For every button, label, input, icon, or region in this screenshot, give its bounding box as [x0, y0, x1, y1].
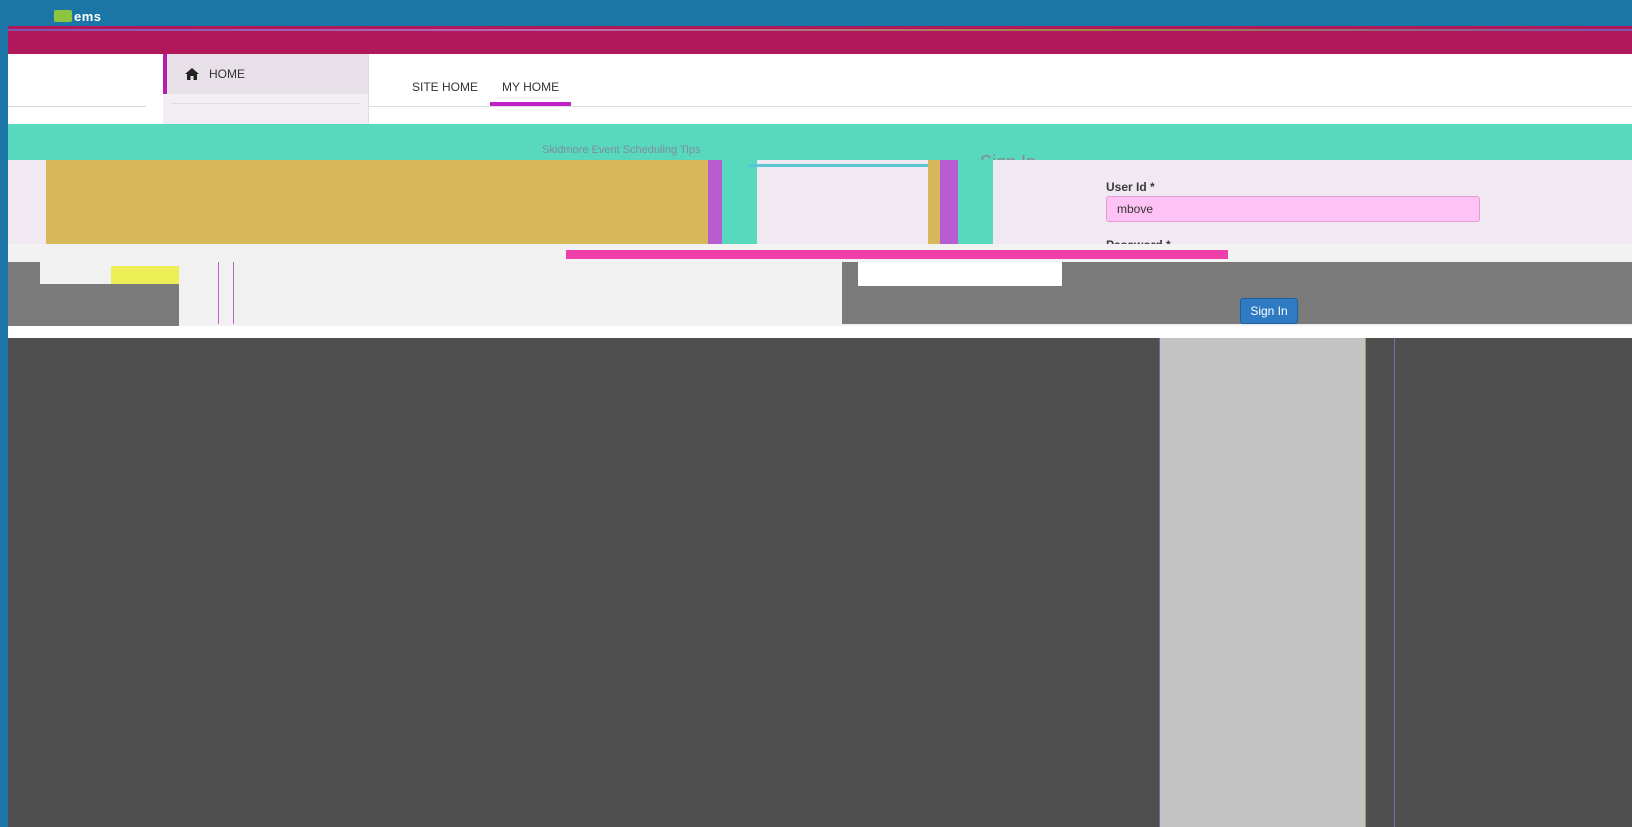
logo-text: ems — [74, 8, 102, 24]
navigation-area: HOME SITE HOME MY HOME — [8, 54, 1632, 124]
tab-my-home[interactable]: MY HOME — [490, 70, 572, 106]
side-nav: HOME — [163, 54, 369, 124]
accent-bar — [928, 160, 940, 244]
tab-site-home[interactable]: SITE HOME — [400, 70, 490, 104]
ems-logo[interactable]: ems — [54, 8, 102, 24]
sign-in-button[interactable]: Sign In — [1240, 298, 1298, 324]
accent-bar — [708, 160, 722, 244]
divider-line — [1394, 338, 1395, 827]
highlight-block — [111, 266, 179, 284]
accent-line — [748, 164, 938, 167]
form-row: Sign In — [8, 262, 1632, 326]
brand-stripe — [8, 29, 1632, 31]
app-window: ems HOME SITE HOME MY HOME Skidmore Even… — [8, 4, 1632, 827]
password-field-box[interactable] — [858, 262, 1062, 286]
brand-bar — [8, 26, 1632, 54]
tab-bar: SITE HOME MY HOME — [400, 70, 572, 106]
gray-block — [8, 262, 40, 284]
userid-field[interactable] — [1106, 196, 1480, 222]
header-band — [8, 124, 1632, 160]
left-divider — [8, 106, 146, 107]
gray-column — [1159, 338, 1366, 827]
tabs-divider — [369, 106, 1632, 107]
accent-bar — [958, 160, 993, 244]
home-icon — [185, 68, 199, 80]
stripe-row — [8, 244, 1632, 262]
accent-bar — [722, 160, 757, 244]
pink-bar — [566, 250, 1228, 259]
top-bar: ems — [8, 4, 1632, 26]
gray-block — [8, 284, 179, 326]
vertical-lines — [218, 262, 234, 324]
logo-mark-icon — [54, 10, 72, 22]
side-nav-home[interactable]: HOME — [163, 54, 368, 94]
side-nav-divider — [171, 103, 361, 104]
accent-bar — [940, 160, 958, 244]
userid-label: User Id * — [1106, 180, 1155, 194]
site-name[interactable]: Skidmore Event Scheduling Tips — [542, 144, 700, 156]
footer-strip — [8, 326, 1632, 338]
content-block — [46, 160, 708, 244]
side-nav-home-label: HOME — [209, 67, 245, 81]
